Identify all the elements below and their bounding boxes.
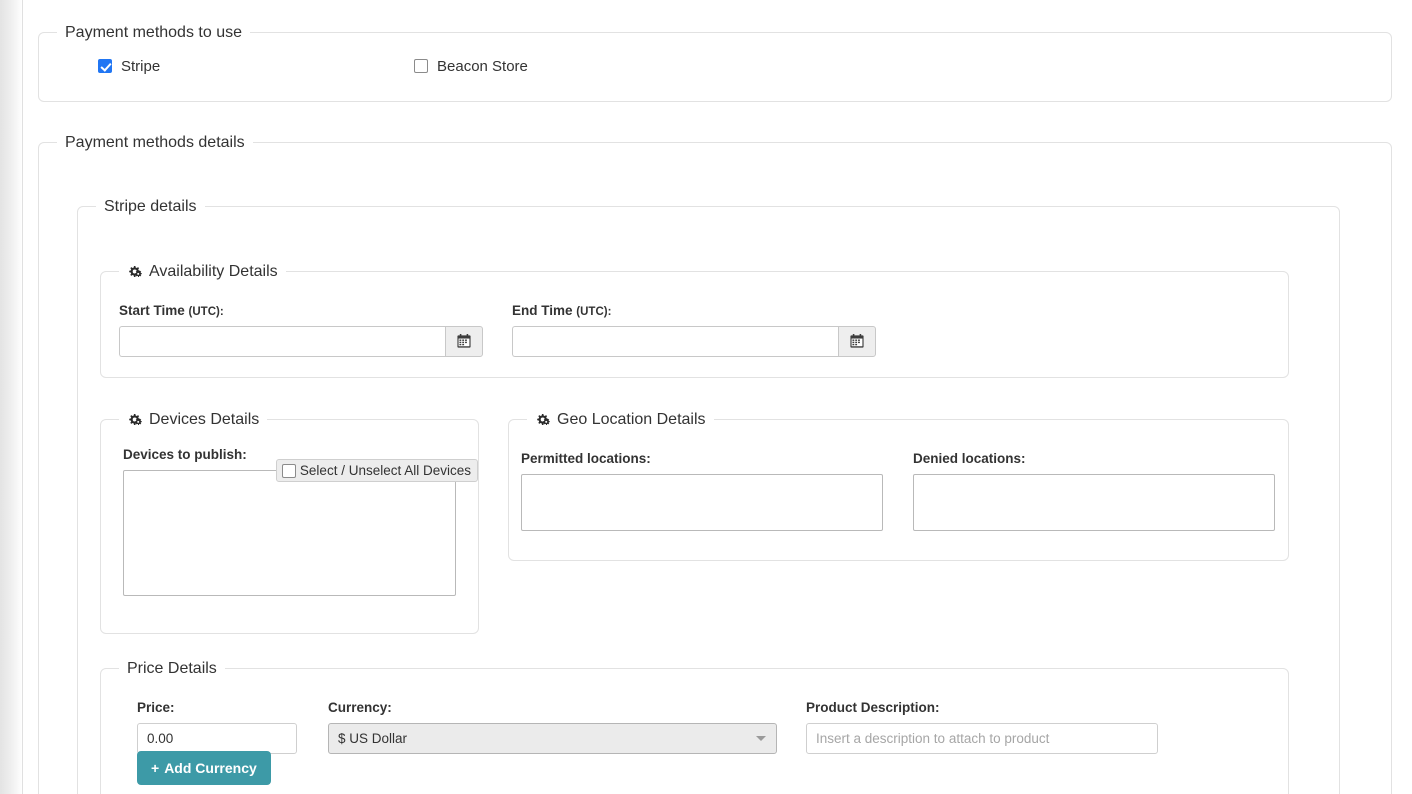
currency-select-value: $ US Dollar (338, 730, 408, 746)
availability-details-legend-text: Availability Details (149, 263, 278, 281)
denied-locations-group: Denied locations: (913, 451, 1275, 531)
permitted-locations-group: Permitted locations: (521, 451, 883, 531)
stripe-details-fieldset: Stripe details Availability Details Star… (77, 197, 1340, 794)
end-time-calendar-button[interactable] (838, 325, 876, 357)
checkbox-beacon-store[interactable]: Beacon Store (414, 58, 528, 75)
product-description-input[interactable] (806, 722, 1158, 754)
cogs-icon (535, 413, 552, 429)
geo-location-details-fieldset: Geo Location Details Permitted locations… (508, 411, 1289, 562)
geo-location-details-legend-text: Geo Location Details (557, 411, 706, 429)
availability-details-fieldset: Availability Details Start Time (UTC): E… (100, 263, 1289, 379)
payment-methods-to-use-fieldset: Payment methods to use Stripe Beacon Sto… (38, 24, 1392, 102)
checkbox-unchecked-icon[interactable] (281, 463, 296, 478)
price-group: Price: (137, 700, 297, 754)
checkbox-stripe[interactable]: Stripe (98, 58, 160, 75)
start-time-input-group (119, 325, 483, 357)
product-description-group: Product Description: (806, 700, 1158, 754)
geo-location-details-legend: Geo Location Details (527, 411, 714, 429)
start-time-label: Start Time (UTC): (119, 303, 483, 318)
end-time-input[interactable] (512, 325, 838, 357)
devices-listbox[interactable] (123, 469, 456, 596)
permitted-locations-label: Permitted locations: (521, 450, 651, 466)
checkbox-stripe-label: Stripe (121, 57, 161, 75)
product-description-label: Product Description: (806, 699, 940, 715)
page-root: Payment methods to use Stripe Beacon Sto… (0, 0, 1412, 794)
start-time-label-suffix: (UTC): (188, 305, 224, 318)
payment-methods-to-use-legend: Payment methods to use (65, 24, 242, 41)
devices-details-legend-text: Devices Details (149, 411, 260, 429)
page-left-edge-shadow (0, 0, 23, 794)
start-time-group: Start Time (UTC): (119, 303, 483, 357)
chevron-down-icon (756, 736, 766, 742)
checkbox-beacon-store-label: Beacon Store (437, 57, 528, 75)
start-time-input[interactable] (119, 325, 445, 357)
cogs-icon (127, 413, 144, 429)
checkbox-unchecked-icon[interactable] (414, 59, 428, 74)
end-time-input-group (512, 325, 876, 357)
payment-methods-details-legend: Payment methods details (65, 134, 245, 151)
end-time-label-suffix: (UTC): (576, 305, 612, 318)
devices-inner: Devices to publish: Select / Unselect Al… (101, 429, 478, 596)
calendar-icon (457, 334, 471, 348)
devices-details-legend: Devices Details (119, 411, 267, 429)
add-currency-button-label: Add Currency (164, 759, 257, 776)
price-label: Price: (137, 699, 175, 715)
start-time-label-text: Start Time (119, 302, 185, 318)
start-time-calendar-button[interactable] (445, 325, 483, 357)
price-input[interactable] (137, 722, 297, 754)
payment-methods-details-fieldset: Payment methods details Stripe details A… (38, 134, 1392, 794)
cogs-icon (127, 265, 144, 281)
price-details-fieldset: Price Details Price: Currency: $ US Doll… (100, 660, 1289, 794)
payment-methods-checkbox-row: Stripe Beacon Store (39, 42, 1391, 101)
select-unselect-all-devices-label: Select / Unselect All Devices (299, 462, 471, 478)
stripe-details-legend: Stripe details (104, 197, 197, 215)
permitted-locations-listbox[interactable] (521, 473, 883, 531)
currency-label: Currency: (328, 699, 392, 715)
end-time-group: End Time (UTC): (512, 303, 876, 357)
add-currency-button[interactable]: + Add Currency (137, 750, 271, 785)
form-content: Payment methods to use Stripe Beacon Sto… (24, 0, 1412, 794)
currency-select[interactable]: $ US Dollar (328, 722, 777, 754)
denied-locations-listbox[interactable] (913, 473, 1275, 531)
price-details-legend: Price Details (127, 660, 217, 678)
end-time-label-text: End Time (512, 302, 573, 318)
select-unselect-all-devices-button[interactable]: Select / Unselect All Devices (275, 458, 478, 483)
checkbox-checked-icon[interactable] (98, 59, 112, 74)
availability-details-legend: Availability Details (119, 263, 286, 281)
denied-locations-label: Denied locations: (913, 450, 1026, 466)
calendar-icon (850, 334, 864, 348)
devices-details-fieldset: Devices Details Devices to publish: Sele… (100, 411, 479, 635)
end-time-label: End Time (UTC): (512, 303, 876, 318)
currency-group: Currency: $ US Dollar (328, 700, 777, 754)
plus-icon: + (151, 759, 160, 776)
